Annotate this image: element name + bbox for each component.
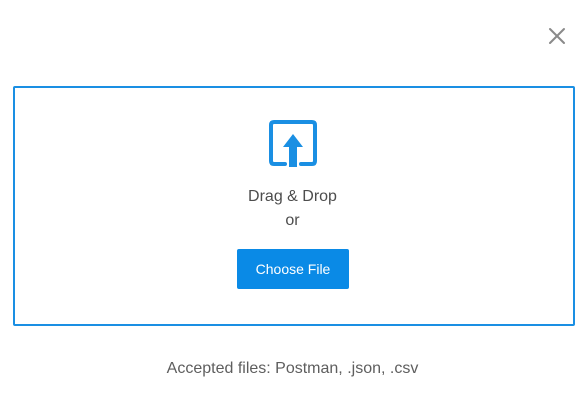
close-button[interactable] <box>548 27 566 45</box>
drag-drop-label: Drag & Drop <box>248 188 337 205</box>
choose-file-button[interactable]: Choose File <box>237 249 349 289</box>
accepted-files-label: Accepted files: Postman, .json, .csv <box>166 360 419 377</box>
upload-icon <box>268 118 318 170</box>
or-label: or <box>285 212 300 229</box>
close-icon <box>549 28 565 44</box>
